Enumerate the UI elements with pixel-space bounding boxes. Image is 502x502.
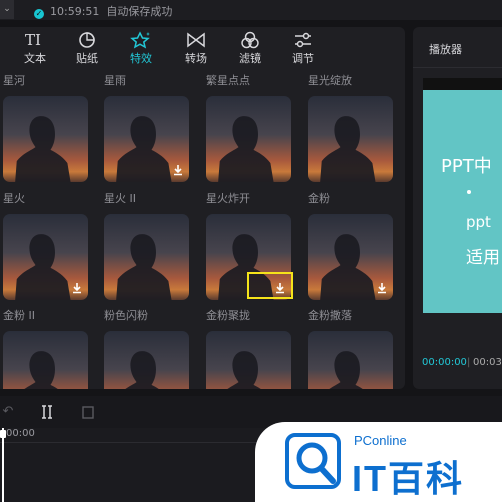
video-preview[interactable]: PPT中 ppt 适用 (423, 78, 502, 313)
effect-thumbnail[interactable] (308, 331, 393, 389)
tab-adjust[interactable]: 调节 (277, 27, 329, 69)
effect-name: 金粉 (308, 192, 330, 205)
effect-thumbnail[interactable] (104, 331, 189, 389)
effect-thumbnail[interactable] (104, 96, 189, 182)
silhouette-image (116, 116, 172, 182)
tab-text[interactable]: TI 文本 (9, 27, 61, 69)
current-timecode: 00:00:00 (422, 357, 467, 368)
magnifier-logo-icon (285, 433, 341, 489)
effect-name: 星光绽放 (308, 74, 352, 87)
text-icon: TI (25, 31, 41, 49)
effect-thumbnail[interactable] (308, 214, 393, 300)
effect-name: 星火 II (104, 192, 136, 205)
autosave-status: ✓ 10:59:51 自动保存成功 (34, 3, 172, 19)
preview-text-line1: PPT中 (441, 156, 492, 177)
silhouette-image (227, 351, 261, 389)
tab-label: 贴纸 (76, 52, 98, 65)
filter-icon (241, 31, 259, 49)
tab-label: 文本 (24, 52, 46, 65)
total-timecode: 00:03 (473, 357, 502, 368)
category-tabs: TI 文本 贴纸 特效 转场 滤镜 调节 (0, 27, 405, 69)
top-bar: ⌄ ✓ 10:59:51 自动保存成功 (0, 0, 502, 20)
tab-label: 转场 (185, 52, 207, 65)
silhouette-image (116, 234, 172, 300)
effect-thumbnail[interactable] (3, 331, 88, 389)
chevron-down-icon[interactable]: ⌄ (0, 0, 14, 19)
download-icon[interactable] (70, 281, 84, 295)
tab-filter[interactable]: 滤镜 (224, 27, 276, 69)
effect-thumbnail[interactable] (206, 96, 291, 182)
effect-name: 星火炸开 (206, 192, 250, 205)
transition-icon (187, 32, 205, 48)
undo-icon[interactable]: ↶ (0, 404, 16, 420)
watermark-title: IT百科 (352, 458, 464, 499)
effect-name: 金粉聚拢 (206, 309, 250, 322)
divider (413, 67, 502, 68)
adjust-sliders-icon (295, 32, 311, 48)
watermark: PConline IT百科 (255, 422, 502, 502)
split-icon[interactable] (39, 404, 55, 420)
playhead[interactable] (2, 428, 4, 502)
star-sparkle-icon (130, 31, 150, 49)
effect-name: 金粉撒落 (308, 309, 352, 322)
tab-label: 调节 (292, 52, 314, 65)
tab-sticker[interactable]: 贴纸 (61, 27, 113, 69)
effect-thumbnail[interactable] (206, 331, 291, 389)
preview-top-bar (423, 78, 502, 90)
effect-name: 粉色闪粉 (104, 309, 148, 322)
download-icon[interactable] (375, 281, 389, 295)
effect-thumbnail[interactable] (308, 96, 393, 182)
tab-effects[interactable]: 特效 (115, 27, 167, 69)
preview-text-line3: 适用 (466, 248, 500, 268)
silhouette-image (218, 116, 274, 182)
tab-label: 特效 (130, 52, 152, 65)
timecode-separator: | (467, 357, 471, 368)
effect-thumbnail[interactable] (3, 96, 88, 182)
ruler-start-label: 00:00 (6, 428, 35, 439)
preview-text-line2: ppt (466, 213, 491, 231)
effect-thumbnail[interactable] (3, 214, 88, 300)
playhead-handle[interactable] (0, 430, 6, 438)
watermark-brand: PConline (354, 433, 407, 448)
silhouette-image (329, 351, 363, 389)
silhouette-image (320, 234, 376, 300)
silhouette-image (320, 116, 376, 182)
check-circle-icon: ✓ (34, 9, 44, 19)
effect-name: 繁星点点 (206, 74, 250, 87)
effect-name: 星火 (3, 192, 25, 205)
tab-transition[interactable]: 转场 (170, 27, 222, 69)
sticker-icon (79, 32, 95, 48)
highlight-box (247, 272, 293, 299)
effect-thumbnail[interactable] (104, 214, 189, 300)
effect-name: 金粉 II (3, 309, 35, 322)
status-time: 10:59:51 (50, 5, 100, 18)
delete-icon[interactable] (80, 404, 96, 420)
status-text: 自动保存成功 (106, 5, 173, 18)
silhouette-image (15, 234, 71, 300)
effects-panel: TI 文本 贴纸 特效 转场 滤镜 调节 星河 星雨 繁星点点 星光绽放星火 星火 II… (0, 27, 405, 389)
preview-dot (467, 190, 471, 194)
effect-name: 星雨 (104, 74, 126, 87)
player-panel: 播放器 PPT中 ppt 适用 00:00:00 | 00:03 (413, 27, 502, 389)
silhouette-image (24, 351, 58, 389)
silhouette-image (125, 351, 159, 389)
download-icon[interactable] (171, 163, 185, 177)
player-title: 播放器 (429, 43, 462, 56)
effect-name: 星河 (3, 74, 25, 87)
silhouette-image (15, 116, 71, 182)
tab-label: 滤镜 (239, 52, 261, 65)
svg-text:TI: TI (25, 31, 41, 49)
